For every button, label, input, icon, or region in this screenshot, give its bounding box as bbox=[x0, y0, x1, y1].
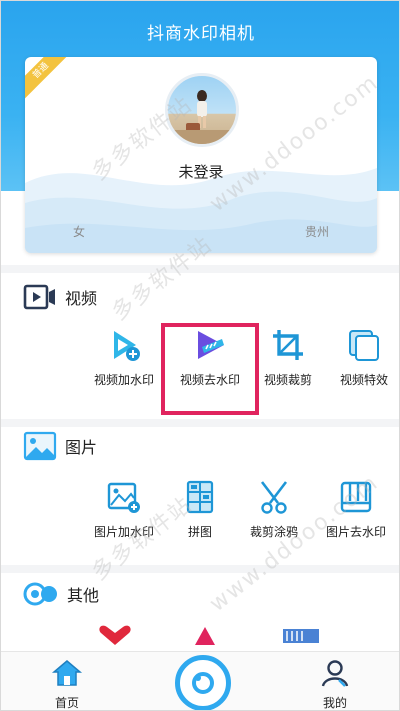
section-divider bbox=[1, 565, 399, 573]
tool-label: 视频加水印 bbox=[93, 373, 154, 387]
image-add-watermark-icon bbox=[107, 482, 140, 513]
other-section-header: 其他 bbox=[23, 579, 99, 609]
tool-video-add-watermark[interactable]: 视频加水印 bbox=[79, 327, 169, 388]
pink-tool-icon[interactable] bbox=[191, 625, 221, 645]
heart-icon[interactable] bbox=[97, 625, 133, 645]
image-section-header: 图片 bbox=[23, 431, 97, 461]
app-title: 抖商水印相机 bbox=[147, 24, 255, 44]
video-section-title: 视频 bbox=[65, 289, 98, 308]
tool-label: 视频特效 bbox=[339, 373, 388, 387]
video-effects-icon bbox=[349, 330, 379, 361]
profile-icon bbox=[321, 660, 349, 687]
gender-value: 女 bbox=[73, 225, 86, 239]
nav-home[interactable]: 首页 bbox=[37, 658, 97, 710]
other-section-title: 其他 bbox=[67, 586, 100, 605]
highlight-annotation-box bbox=[161, 323, 259, 415]
camera-lens-dot bbox=[195, 675, 201, 681]
camera-button[interactable] bbox=[175, 655, 231, 710]
nav-home-label: 首页 bbox=[54, 696, 79, 710]
video-section-header: 视频 bbox=[23, 283, 97, 311]
image-section-title: 图片 bbox=[65, 438, 98, 457]
membership-badge: 普通 bbox=[25, 57, 75, 105]
tool-video-effects[interactable]: 视频特效 bbox=[319, 327, 399, 388]
section-divider bbox=[1, 419, 399, 427]
video-add-watermark-icon bbox=[114, 331, 140, 361]
home-icon bbox=[51, 660, 83, 686]
app-screen: 抖商水印相机 普通 未登录 女 贵州 视频 视频加水印 视频去水印 视频裁剪 视… bbox=[0, 0, 400, 711]
image-section-icon bbox=[23, 431, 57, 461]
username-label[interactable]: 未登录 bbox=[25, 161, 377, 182]
crop-doodle-icon bbox=[260, 481, 288, 514]
profile-card[interactable]: 普通 未登录 女 贵州 bbox=[25, 57, 377, 253]
nav-mine[interactable]: 我的 bbox=[305, 658, 365, 710]
blue-tool-icon[interactable] bbox=[283, 627, 319, 643]
other-section-icon bbox=[23, 582, 57, 606]
video-crop-icon bbox=[273, 330, 303, 360]
video-section-icon bbox=[23, 284, 55, 310]
nav-mine-label: 我的 bbox=[322, 696, 347, 710]
region-value: 贵州 bbox=[304, 225, 329, 239]
